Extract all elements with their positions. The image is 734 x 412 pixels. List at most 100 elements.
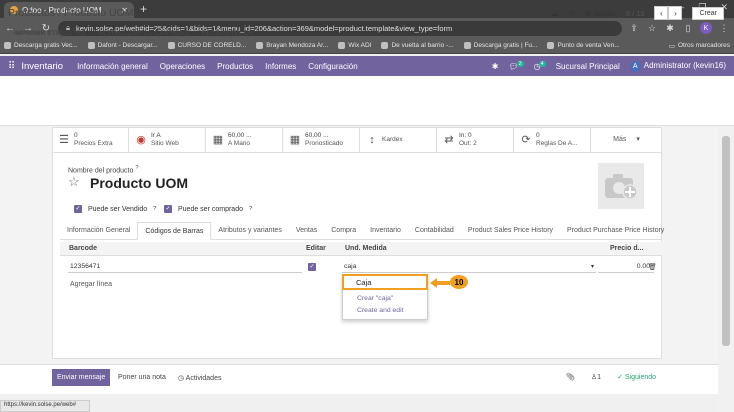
menu-configuracion[interactable]: Configuración <box>308 62 357 71</box>
smart-button-extra-prices[interactable]: ☰ 0 Precios Extra <box>52 127 129 153</box>
other-bookmarks[interactable]: ▭ Otros marcadores <box>669 42 730 50</box>
log-note-button[interactable]: Poner una nota <box>118 374 166 381</box>
chat-icon[interactable]: 💬︎2 <box>508 60 524 71</box>
checkbox-checked-icon: ✓ <box>164 205 172 213</box>
share-icon[interactable]: ⇪ <box>628 23 640 34</box>
smart-button-forecast[interactable]: ▦ 60,00 ... Pronosticado <box>283 127 360 153</box>
scrollbar-thumb[interactable] <box>722 136 730 346</box>
bookmark-item[interactable]: De vuelta al barrio -... <box>381 42 454 49</box>
extensions-icon[interactable]: ✱ <box>664 23 676 34</box>
update-quantity-button[interactable]: ACTUALIZAR LA CANTIDAD <box>98 30 190 37</box>
control-panel <box>0 76 734 126</box>
smart-button-in-out[interactable]: ⇄ In: 0 Out: 2 <box>437 127 514 153</box>
can-be-purchased-checkbox[interactable]: ✓ Puede ser comprado? <box>164 205 252 213</box>
tab-sales-price-history[interactable]: Product Sales Price History <box>461 222 560 240</box>
dropdown-option-selected[interactable]: Caja <box>342 274 428 290</box>
more-button[interactable]: Más ▾ <box>591 127 662 153</box>
barcode-table-header: Barcode Editar Und. Medida Precio d... <box>60 242 662 256</box>
pager-prev-button[interactable]: ‹ <box>654 6 669 20</box>
annotation-arrow-icon <box>430 278 450 288</box>
tab-inventario[interactable]: Inventario <box>363 222 408 240</box>
caret-down-icon: ▾ <box>636 136 640 143</box>
menu-informes[interactable]: Informes <box>265 62 296 71</box>
paperclip-icon[interactable]: 📎︎ <box>566 373 575 381</box>
product-name-label: Nombre del producto ? <box>68 165 139 175</box>
favorite-star-icon[interactable]: ☆ <box>68 174 80 190</box>
trash-icon[interactable]: 🗑︎ <box>646 260 658 273</box>
menu-operaciones[interactable]: Operaciones <box>160 62 205 71</box>
browser-status-url: https://kevin.solse.pe/web# <box>0 400 90 412</box>
caret-down-icon[interactable]: ▾ <box>591 263 594 270</box>
send-message-button[interactable]: Enviar mensaje <box>52 369 111 386</box>
bookmark-star-icon[interactable]: ☆ <box>646 23 658 34</box>
bookmark-item[interactable]: Descarga gratis Vec... <box>4 42 78 49</box>
tab-compra[interactable]: Compra <box>324 222 363 240</box>
camera-add-icon <box>605 174 638 200</box>
smart-button-website[interactable]: ◉ Ir A Sitio Web <box>129 127 206 153</box>
bookmark-item[interactable]: Brayan Mendoza Ar... <box>256 42 328 49</box>
cloud-upload-icon[interactable]: ☁ <box>551 9 559 18</box>
tab-purchase-price-history[interactable]: Product Purchase Price History <box>560 222 671 240</box>
user-menu[interactable]: A Administrator (kevin16) <box>629 60 726 72</box>
menu-icon[interactable]: ⋮ <box>718 23 730 34</box>
bookmark-item[interactable]: CURSO DE CORELD... <box>167 42 246 49</box>
column-uom[interactable]: Und. Medida <box>345 245 387 252</box>
discard-icon[interactable]: ↺ <box>569 9 575 18</box>
column-editar[interactable]: Editar <box>306 245 326 252</box>
folder-icon: ▭ <box>668 42 675 50</box>
bookmark-item[interactable]: Dafont - Descargar... <box>87 42 158 49</box>
form-tabs: Información General Códigos de Barras At… <box>60 222 664 240</box>
column-price[interactable]: Precio d... <box>610 245 643 252</box>
app-brand[interactable]: Inventario <box>21 61 63 72</box>
user-name: Administrator (kevin16) <box>643 60 726 70</box>
bookmark-item[interactable]: Punto de venta Ven... <box>547 42 620 49</box>
create-option[interactable]: Crear "caja" <box>343 292 427 304</box>
activity-clock-icon[interactable]: ◷4 <box>534 60 546 71</box>
smart-button-kardex[interactable]: ↕ Kardex <box>360 127 437 153</box>
profile-avatar[interactable]: K <box>700 22 712 34</box>
menu-productos[interactable]: Productos <box>217 62 253 71</box>
edit-checkbox[interactable]: ✓ <box>306 260 320 273</box>
add-line-link[interactable]: Agregar línea <box>70 281 112 288</box>
uom-input-value: caja <box>344 262 357 270</box>
print-labels-button[interactable]: IMPRIMIR ETIQUETAS <box>14 30 86 37</box>
action-menu[interactable]: ⚙ Acción <box>585 9 616 18</box>
exchange-icon: ⇄ <box>444 134 454 146</box>
company-switcher[interactable]: Sucursal Principal <box>556 62 620 71</box>
bug-icon[interactable]: ✱ <box>492 62 499 71</box>
sidebar-icon[interactable]: ▯ <box>682 23 694 34</box>
activities-button[interactable]: ◷ Actividades <box>178 374 221 382</box>
control-panel-right: ☁ ↺ ⚙ Acción 9 / 13 ‹ › Crear <box>551 6 724 20</box>
column-barcode[interactable]: Barcode <box>69 245 97 252</box>
uom-input[interactable]: caja ▾ <box>342 260 596 273</box>
create-button[interactable]: Crear <box>692 6 724 20</box>
list-icon: ☰ <box>59 134 69 146</box>
tab-codigos-de-barras[interactable]: Códigos de Barras <box>137 222 212 240</box>
pager-value[interactable]: 9 / 13 <box>626 9 645 18</box>
table-row[interactable]: 12356471 ✓ caja ▾ 0.00 🗑︎ <box>60 259 662 275</box>
barcode-input[interactable]: 12356471 <box>68 260 302 273</box>
following-button[interactable]: ✓ Siguiendo <box>617 373 656 381</box>
bookmark-item[interactable]: Descarga gratis | Fu... <box>463 42 537 49</box>
can-be-sold-checkbox[interactable]: ✓ Puede ser Vendido? <box>74 205 156 213</box>
followers-button[interactable]: ♙1 <box>591 373 601 381</box>
refresh-icon: ⟳ <box>521 134 531 146</box>
smart-button-on-hand[interactable]: ▦ 60,00 ... A Mano <box>206 127 283 153</box>
create-and-edit-option[interactable]: Create and edit <box>343 304 427 316</box>
bookmark-item[interactable]: Wix ADI <box>338 42 371 49</box>
tab-informacion-general[interactable]: Información General <box>60 222 137 240</box>
cubes-icon: ▦ <box>212 134 224 146</box>
product-image-placeholder[interactable] <box>598 163 644 209</box>
smart-button-reorder-rules[interactable]: ⟳ 0 Reglas De A... <box>514 127 591 153</box>
menu-informacion-general[interactable]: Información general <box>77 62 148 71</box>
pager-next-button[interactable]: › <box>668 6 683 20</box>
apps-grid-icon[interactable]: ⠿ <box>8 61 15 72</box>
tab-contabilidad[interactable]: Contabilidad <box>408 222 461 240</box>
product-name-field[interactable]: Producto UOM <box>90 175 188 191</box>
tab-atributos-variantes[interactable]: Atributos y variantes <box>211 222 288 240</box>
replenish-button[interactable]: REABASTECER <box>202 30 254 37</box>
form-actions: IMPRIMIR ETIQUETAS ACTUALIZAR LA CANTIDA… <box>14 30 253 37</box>
new-tab-icon[interactable]: + <box>140 2 147 16</box>
breadcrumb[interactable]: Productos / Producto UOM <box>8 7 133 19</box>
tab-ventas[interactable]: Ventas <box>289 222 324 240</box>
